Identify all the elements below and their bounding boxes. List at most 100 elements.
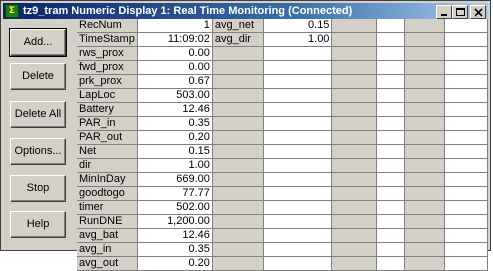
empty-value-cell[interactable] (263, 60, 333, 75)
field-label[interactable]: PAR_in (77, 116, 138, 131)
field-value[interactable]: 503.00 (137, 88, 213, 103)
empty-label-cell[interactable] (212, 200, 265, 215)
empty-value-cell[interactable] (444, 214, 488, 229)
maximize-button[interactable] (452, 5, 468, 19)
field-label[interactable]: TimeStamp (77, 32, 138, 47)
empty-label-cell[interactable] (331, 256, 378, 271)
empty-value-cell[interactable] (263, 200, 333, 215)
empty-label-cell[interactable] (212, 158, 265, 173)
empty-value-cell[interactable] (263, 130, 333, 145)
empty-label-cell[interactable] (404, 130, 446, 145)
empty-value-cell[interactable] (376, 46, 405, 61)
empty-value-cell[interactable] (444, 242, 488, 257)
empty-label-cell[interactable] (404, 172, 446, 187)
empty-label-cell[interactable] (331, 88, 378, 103)
empty-label-cell[interactable] (212, 74, 265, 89)
app-icon[interactable]: Σ (5, 4, 19, 18)
empty-label-cell[interactable] (404, 88, 446, 103)
empty-value-cell[interactable] (444, 130, 488, 145)
field-value[interactable]: 0.00 (137, 60, 213, 75)
empty-value-cell[interactable] (376, 158, 405, 173)
empty-value-cell[interactable] (444, 116, 488, 131)
field-value[interactable]: 0.67 (137, 74, 213, 89)
field-value[interactable]: 77.77 (137, 186, 213, 201)
empty-value-cell[interactable] (376, 200, 405, 215)
field-label[interactable]: avg_in (77, 242, 138, 257)
empty-value-cell[interactable] (444, 32, 488, 47)
empty-value-cell[interactable] (263, 144, 333, 159)
empty-label-cell[interactable] (331, 74, 378, 89)
empty-value-cell[interactable] (263, 46, 333, 61)
empty-label-cell[interactable] (331, 172, 378, 187)
field-label[interactable]: MinInDay (77, 172, 138, 187)
empty-label-cell[interactable] (212, 60, 265, 75)
empty-value-cell[interactable] (263, 214, 333, 229)
empty-value-cell[interactable] (444, 88, 488, 103)
empty-value-cell[interactable] (444, 256, 488, 271)
empty-label-cell[interactable] (212, 256, 265, 271)
empty-label-cell[interactable] (212, 102, 265, 117)
close-button[interactable] (470, 5, 486, 19)
empty-value-cell[interactable] (444, 172, 488, 187)
empty-label-cell[interactable] (404, 74, 446, 89)
empty-value-cell[interactable] (376, 32, 405, 47)
field-value[interactable]: 12.46 (137, 228, 213, 243)
field-label[interactable]: RecNum (77, 19, 138, 33)
field-label[interactable]: RunDNE (77, 214, 138, 229)
empty-value-cell[interactable] (444, 60, 488, 75)
field-value[interactable]: 1.00 (137, 158, 213, 173)
options-button[interactable]: Options... (10, 138, 66, 165)
empty-value-cell[interactable] (444, 46, 488, 61)
empty-label-cell[interactable] (404, 32, 446, 47)
empty-label-cell[interactable] (331, 102, 378, 117)
field-value[interactable]: 12.46 (137, 102, 213, 117)
empty-label-cell[interactable] (331, 144, 378, 159)
empty-value-cell[interactable] (376, 116, 405, 131)
field-value[interactable]: 1,200.00 (137, 214, 213, 229)
field-label[interactable]: goodtogo (77, 186, 138, 201)
empty-label-cell[interactable] (212, 116, 265, 131)
field-value[interactable]: 0.20 (137, 130, 213, 145)
field-label[interactable]: LapLoc (77, 88, 138, 103)
empty-value-cell[interactable] (263, 228, 333, 243)
delete-button[interactable]: Delete (10, 63, 66, 90)
empty-label-cell[interactable] (212, 130, 265, 145)
empty-label-cell[interactable] (404, 256, 446, 271)
empty-value-cell[interactable] (444, 19, 488, 33)
empty-label-cell[interactable] (331, 158, 378, 173)
empty-value-cell[interactable] (263, 88, 333, 103)
empty-value-cell[interactable] (263, 74, 333, 89)
empty-value-cell[interactable] (376, 256, 405, 271)
delete-all-button[interactable]: Delete All (10, 101, 66, 128)
field-value[interactable]: 1 (137, 19, 213, 33)
empty-label-cell[interactable] (404, 116, 446, 131)
empty-label-cell[interactable] (212, 46, 265, 61)
title-bar[interactable]: Σ tz9_tram Numeric Display 1: Real Time … (3, 3, 488, 19)
empty-value-cell[interactable] (263, 242, 333, 257)
field-label[interactable]: dir (77, 158, 138, 173)
empty-value-cell[interactable] (376, 74, 405, 89)
empty-value-cell[interactable] (444, 200, 488, 215)
field-label[interactable]: avg_net (212, 19, 265, 33)
empty-value-cell[interactable] (376, 130, 405, 145)
empty-label-cell[interactable] (331, 32, 378, 47)
field-label[interactable]: rws_prox (77, 46, 138, 61)
field-value[interactable]: 1.00 (263, 32, 333, 47)
empty-value-cell[interactable] (376, 172, 405, 187)
empty-label-cell[interactable] (331, 228, 378, 243)
empty-value-cell[interactable] (376, 19, 405, 33)
field-label[interactable]: avg_out (77, 256, 138, 271)
field-value[interactable]: 0.35 (137, 116, 213, 131)
empty-label-cell[interactable] (404, 102, 446, 117)
minimize-button[interactable] (436, 5, 452, 19)
empty-label-cell[interactable] (404, 228, 446, 243)
empty-label-cell[interactable] (331, 46, 378, 61)
empty-value-cell[interactable] (376, 186, 405, 201)
empty-label-cell[interactable] (212, 144, 265, 159)
empty-label-cell[interactable] (404, 144, 446, 159)
empty-value-cell[interactable] (444, 102, 488, 117)
empty-label-cell[interactable] (404, 242, 446, 257)
field-label[interactable]: fwd_prox (77, 60, 138, 75)
empty-label-cell[interactable] (212, 88, 265, 103)
field-value[interactable]: 502.00 (137, 200, 213, 215)
